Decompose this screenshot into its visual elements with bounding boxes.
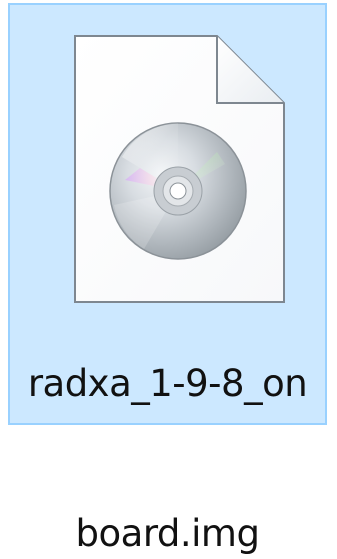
- file-name-line-2: board.img: [75, 512, 260, 555]
- file-name-label: radxa_1-9-8_on board.img: [10, 309, 325, 559]
- selected-file-item[interactable]: radxa_1-9-8_on board.img: [8, 3, 327, 555]
- optical-disc-icon: [104, 117, 252, 265]
- file-name-line-1: radxa_1-9-8_on: [27, 362, 308, 405]
